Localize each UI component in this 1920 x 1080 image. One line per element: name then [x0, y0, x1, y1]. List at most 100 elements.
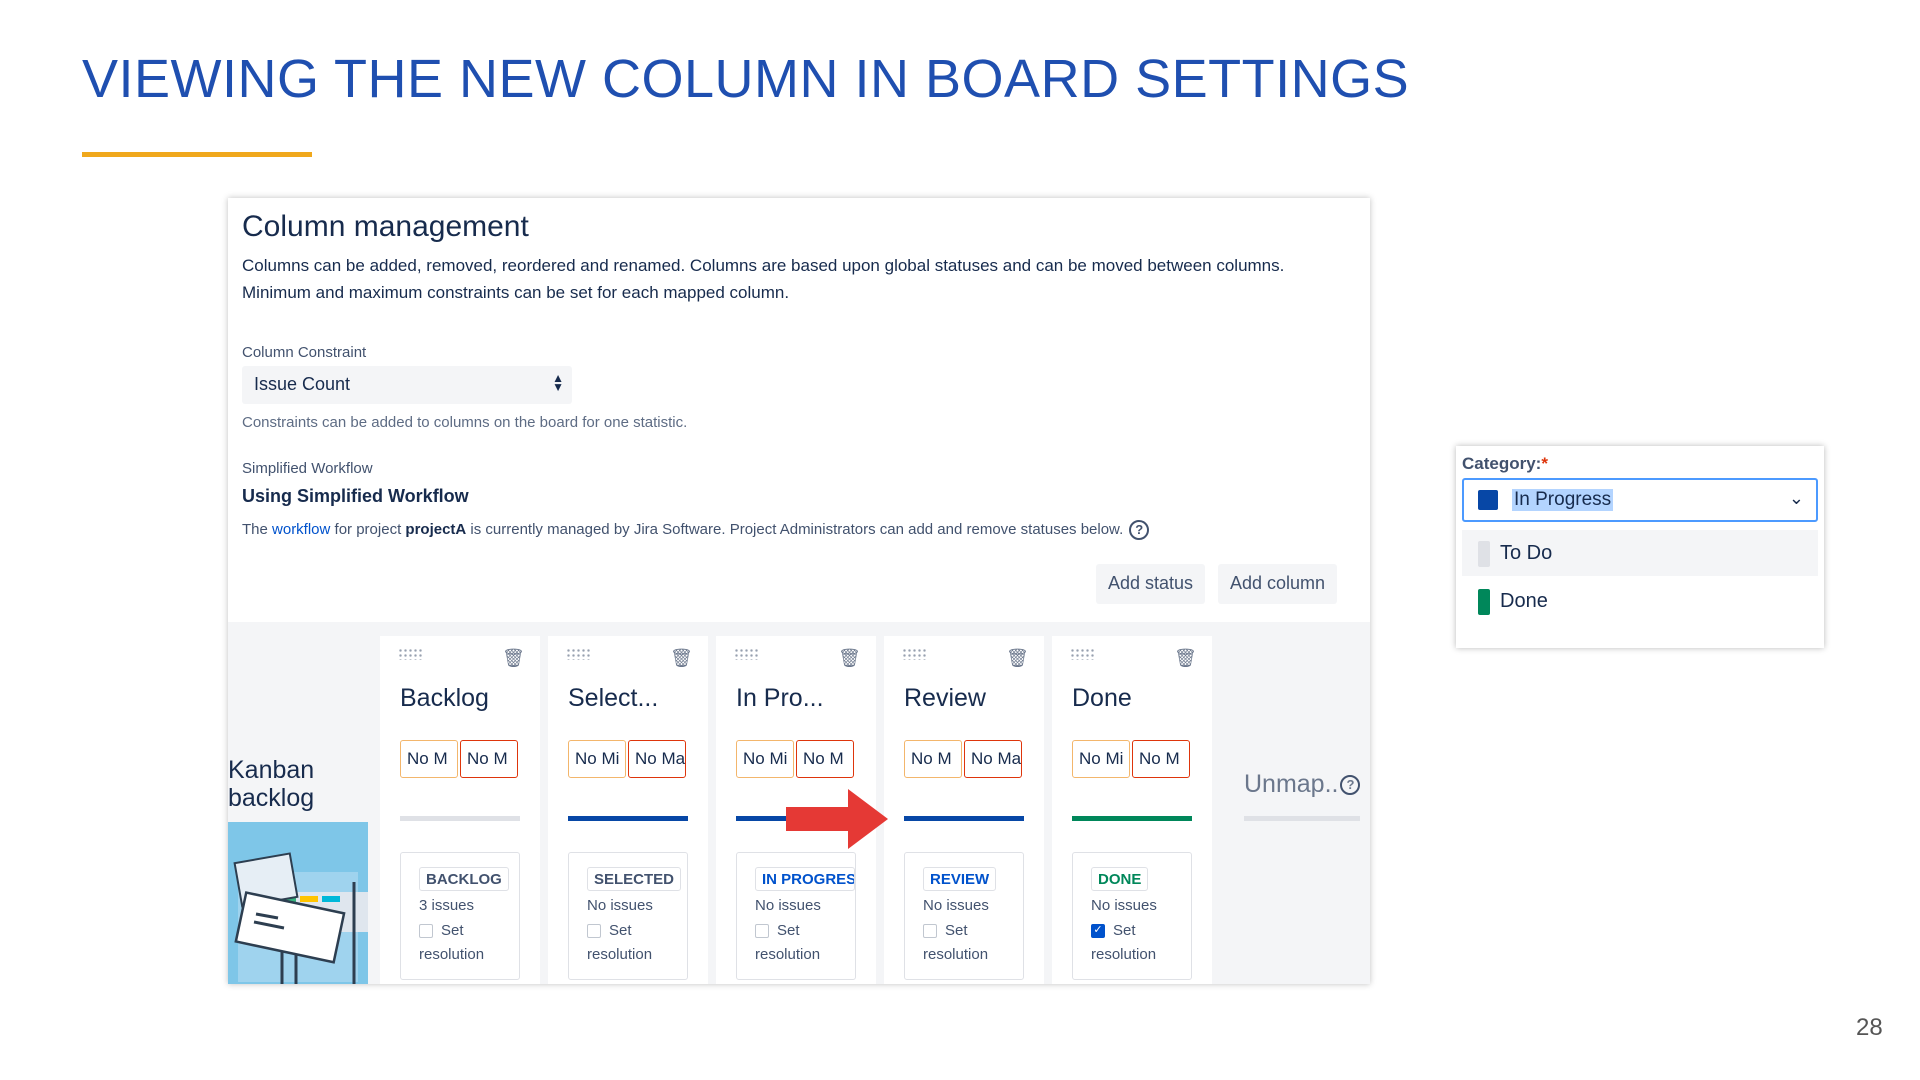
- workflow-text-2: for project: [330, 520, 406, 538]
- set-resolution: Set resolution: [419, 919, 519, 967]
- min-constraint-input[interactable]: No Mi: [736, 740, 794, 778]
- column-constraint-value: Issue Count: [254, 374, 351, 394]
- option-label: To Do: [1500, 542, 1553, 564]
- status-lozenge: BACKLOG: [419, 867, 509, 891]
- category-color-swatch: [1478, 490, 1498, 510]
- add-status-button[interactable]: Add status: [1096, 564, 1206, 604]
- status-card[interactable]: IN PROGRESS No issues Set resolution: [736, 852, 856, 980]
- status-lozenge: DONE: [1091, 867, 1149, 891]
- board-column[interactable]: 🗑 Review No M No Ma REVIEW No issues Set resolu…: [884, 636, 1044, 984]
- min-constraint-input[interactable]: No M: [904, 740, 962, 778]
- column-status-bar: [568, 816, 688, 821]
- resolution-label: resolution: [587, 946, 653, 963]
- option-label: Done: [1500, 590, 1548, 612]
- column-name[interactable]: In Pro...: [736, 684, 824, 713]
- category-label: Category:*: [1462, 454, 1548, 474]
- unmapped-column-title: Unmap..?: [1244, 770, 1361, 799]
- min-constraint-input[interactable]: No Mi: [568, 740, 626, 778]
- category-option-to-do[interactable]: To Do: [1462, 530, 1818, 576]
- simplified-workflow-title: Using Simplified Workflow: [242, 486, 469, 506]
- column-name[interactable]: Done: [1072, 684, 1132, 713]
- min-constraint-input[interactable]: No Mi: [1072, 740, 1130, 778]
- kanban-label-line2: backlog: [228, 784, 315, 812]
- issue-count: No issues: [1091, 897, 1157, 914]
- set-resolution: Set resolution: [755, 919, 855, 967]
- trash-icon[interactable]: 🗑: [1174, 648, 1197, 669]
- drag-handle-icon[interactable]: [734, 648, 760, 660]
- set-label: Set: [609, 922, 632, 939]
- column-constraint-select[interactable]: Issue Count ▲ ▼: [242, 366, 572, 404]
- workflow-project-name: projectA: [405, 520, 467, 538]
- set-resolution-checkbox[interactable]: [419, 924, 433, 939]
- drag-handle-icon[interactable]: [566, 648, 592, 660]
- status-card[interactable]: BACKLOG 3 issues Set resolution: [400, 852, 520, 980]
- trash-icon[interactable]: 🗑: [1006, 648, 1029, 669]
- category-select[interactable]: In Progress ⌄: [1462, 478, 1818, 522]
- workflow-link[interactable]: workflow: [272, 521, 330, 538]
- constraint-helper-text: Constraints can be added to columns on t…: [242, 414, 688, 431]
- slide-title: VIEWING THE NEW COLUMN IN BOARD SETTINGS: [82, 49, 1410, 109]
- status-lozenge: IN PROGRESS: [755, 867, 855, 891]
- column-constraint-label: Column Constraint: [242, 344, 367, 361]
- issue-count: 3 issues: [419, 897, 475, 914]
- set-resolution: ✓ Set resolution: [1091, 919, 1191, 967]
- unmapped-help-icon[interactable]: ?: [1340, 775, 1361, 796]
- workflow-description: The workflow for project projectA is cur…: [242, 520, 1150, 540]
- help-icon[interactable]: ?: [1129, 520, 1150, 540]
- board-column[interactable]: 🗑 Backlog No M No M BACKLOG 3 issues Set resolu…: [380, 636, 540, 984]
- page-number: 28: [1856, 1014, 1883, 1041]
- trash-icon[interactable]: 🗑: [502, 648, 525, 669]
- title-underline: [82, 152, 312, 157]
- set-resolution-checkbox[interactable]: ✓: [1091, 924, 1105, 939]
- set-resolution-checkbox[interactable]: [755, 924, 769, 939]
- set-label: Set: [945, 922, 968, 939]
- column-name[interactable]: Review: [904, 684, 986, 713]
- required-mark: *: [1541, 454, 1548, 473]
- drag-handle-icon[interactable]: [902, 648, 928, 660]
- workflow-text-3: is currently managed by Jira Software. P…: [466, 520, 1124, 538]
- kanban-label-line1: Kanban: [228, 756, 315, 784]
- workflow-text-1: The: [242, 520, 273, 538]
- add-column-button[interactable]: Add column: [1218, 564, 1338, 604]
- drag-handle-icon[interactable]: [1070, 648, 1096, 660]
- trash-icon[interactable]: 🗑: [838, 648, 861, 669]
- set-label: Set: [777, 922, 800, 939]
- column-status-bar: [1072, 816, 1192, 821]
- column-management-panel: Column management Columns can be added, …: [228, 198, 1370, 984]
- set-label: Set: [1113, 922, 1136, 939]
- select-arrows-icon: ▲ ▼: [552, 371, 564, 394]
- column-name[interactable]: Select...: [568, 684, 658, 713]
- set-resolution-checkbox[interactable]: [923, 924, 937, 939]
- category-option-done[interactable]: Done: [1462, 578, 1818, 624]
- chevron-down-icon: ⌄: [1788, 488, 1804, 508]
- resolution-label: resolution: [419, 946, 485, 963]
- category-label-text: Category:: [1462, 454, 1542, 473]
- column-status-bar: [904, 816, 1024, 821]
- min-constraint-input[interactable]: No M: [400, 740, 458, 778]
- max-constraint-input[interactable]: No Ma: [964, 740, 1022, 778]
- max-constraint-input[interactable]: No M: [1132, 740, 1190, 778]
- red-arrow-icon: [786, 789, 888, 849]
- status-lozenge: SELECTED: [587, 867, 682, 891]
- option-color-swatch: [1478, 541, 1490, 567]
- resolution-label: resolution: [755, 946, 821, 963]
- unmapped-label: Unmap..: [1244, 770, 1339, 798]
- max-constraint-input[interactable]: No M: [460, 740, 518, 778]
- status-card[interactable]: DONE No issues ✓ Set resolution: [1072, 852, 1192, 980]
- set-resolution-checkbox[interactable]: [587, 924, 601, 939]
- simplified-workflow-label: Simplified Workflow: [242, 460, 373, 477]
- status-card[interactable]: REVIEW No issues Set resolution: [904, 852, 1024, 980]
- max-constraint-input[interactable]: No M: [796, 740, 854, 778]
- option-color-swatch: [1478, 589, 1490, 615]
- board-column[interactable]: 🗑 Select... No Mi No Ma SELECTED No issues Set…: [548, 636, 708, 984]
- max-constraint-input[interactable]: No Ma: [628, 740, 686, 778]
- status-card[interactable]: SELECTED No issues Set resolution: [568, 852, 688, 980]
- board-column[interactable]: 🗑 Done No Mi No M DONE No issues ✓ Set resolutio…: [1052, 636, 1212, 984]
- drag-handle-icon[interactable]: [398, 648, 424, 660]
- column-name[interactable]: Backlog: [400, 684, 489, 713]
- trash-icon[interactable]: 🗑: [670, 648, 693, 669]
- resolution-label: resolution: [923, 946, 989, 963]
- issue-count: No issues: [587, 897, 653, 914]
- column-management-description: Columns can be added, removed, reordered…: [242, 256, 1285, 302]
- issue-count: No issues: [923, 897, 989, 914]
